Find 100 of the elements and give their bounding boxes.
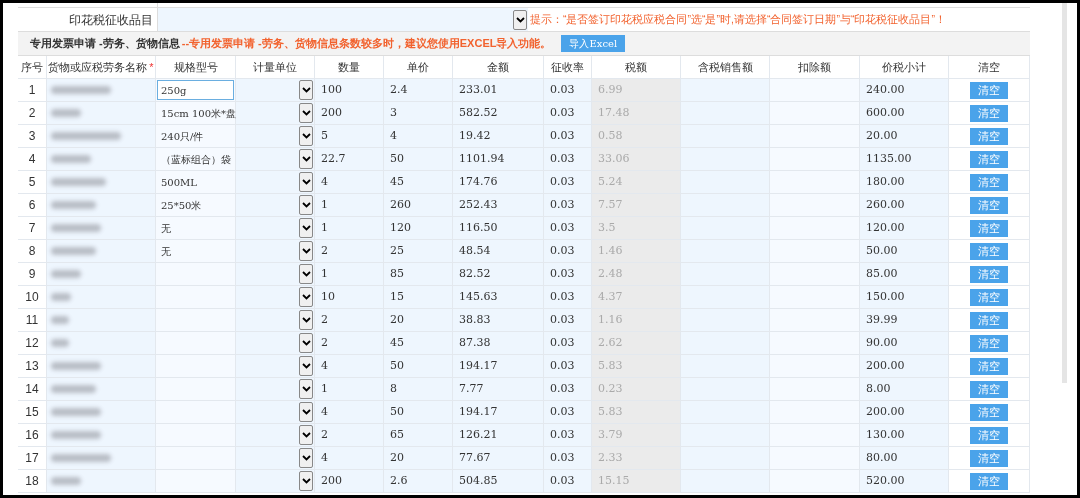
quantity-cell[interactable]: 2 xyxy=(315,240,384,263)
spec-input[interactable]: 无 xyxy=(157,218,234,238)
price-cell[interactable]: 25 xyxy=(384,240,453,263)
price-cell[interactable]: 8 xyxy=(384,378,453,401)
quantity-cell[interactable]: 2 xyxy=(315,332,384,355)
amount-cell[interactable]: 77.67 xyxy=(453,447,544,470)
dropdown-button[interactable] xyxy=(299,287,313,307)
dropdown-button[interactable] xyxy=(299,379,313,399)
total-cell[interactable]: 1135.00 xyxy=(860,148,949,171)
price-cell[interactable]: 3 xyxy=(384,102,453,125)
dropdown-button[interactable] xyxy=(299,195,313,215)
dropdown-button[interactable] xyxy=(299,126,313,146)
quantity-cell[interactable]: 200 xyxy=(315,470,384,493)
amount-cell[interactable]: 504.85 xyxy=(453,470,544,493)
total-cell[interactable]: 8.00 xyxy=(860,378,949,401)
amount-cell[interactable]: 194.17 xyxy=(453,355,544,378)
quantity-cell[interactable]: 100 xyxy=(315,79,384,102)
amount-cell[interactable]: 19.42 xyxy=(453,125,544,148)
dropdown-button[interactable] xyxy=(299,333,313,353)
spec-input[interactable]: 500ML xyxy=(157,172,234,192)
deduction-input[interactable] xyxy=(770,79,860,102)
amount-cell[interactable]: 7.77 xyxy=(453,378,544,401)
price-cell[interactable]: 50 xyxy=(384,355,453,378)
price-cell[interactable]: 15 xyxy=(384,286,453,309)
dropdown-button[interactable] xyxy=(299,149,313,169)
price-cell[interactable]: 45 xyxy=(384,332,453,355)
total-cell[interactable]: 39.99 xyxy=(860,309,949,332)
dropdown-button[interactable] xyxy=(299,402,313,422)
quantity-cell[interactable]: 4 xyxy=(315,171,384,194)
total-cell[interactable]: 130.00 xyxy=(860,424,949,447)
dropdown-button[interactable] xyxy=(299,471,313,491)
price-cell[interactable]: 120 xyxy=(384,217,453,240)
price-cell[interactable]: 260 xyxy=(384,194,453,217)
total-cell[interactable]: 200.00 xyxy=(860,355,949,378)
dropdown-button[interactable] xyxy=(299,241,313,261)
total-cell[interactable]: 520.00 xyxy=(860,470,949,493)
amount-cell[interactable]: 126.21 xyxy=(453,424,544,447)
quantity-cell[interactable]: 5 xyxy=(315,125,384,148)
quantity-cell[interactable]: 2 xyxy=(315,309,384,332)
quantity-cell[interactable]: 1 xyxy=(315,194,384,217)
quantity-cell[interactable]: 4 xyxy=(315,355,384,378)
amount-cell[interactable]: 145.63 xyxy=(453,286,544,309)
amount-cell[interactable]: 194.17 xyxy=(453,401,544,424)
spec-input[interactable]: 15cm 100米*盘 xyxy=(157,103,234,123)
total-cell[interactable]: 260.00 xyxy=(860,194,949,217)
spec-input[interactable]: （蓝标组合）袋 xyxy=(157,149,234,169)
price-cell[interactable]: 50 xyxy=(384,148,453,171)
price-cell[interactable]: 2.6 xyxy=(384,470,453,493)
total-cell[interactable]: 50.00 xyxy=(860,240,949,263)
dropdown-button[interactable] xyxy=(299,80,313,100)
amount-cell[interactable]: 252.43 xyxy=(453,194,544,217)
dropdown-button[interactable] xyxy=(299,310,313,330)
price-cell[interactable]: 4 xyxy=(384,125,453,148)
quantity-cell[interactable]: 1 xyxy=(315,217,384,240)
dropdown-button[interactable] xyxy=(299,218,313,238)
quantity-cell[interactable]: 1 xyxy=(315,378,384,401)
dropdown-button[interactable] xyxy=(299,264,313,284)
amount-cell[interactable]: 116.50 xyxy=(453,217,544,240)
dropdown-button[interactable] xyxy=(299,448,313,468)
amount-cell[interactable]: 87.38 xyxy=(453,332,544,355)
dropdown-button[interactable] xyxy=(299,356,313,376)
dropdown-button[interactable] xyxy=(513,9,527,30)
amount-cell[interactable]: 1101.94 xyxy=(453,148,544,171)
quantity-cell[interactable]: 4 xyxy=(315,447,384,470)
price-cell[interactable]: 2.4 xyxy=(384,79,453,102)
total-cell[interactable]: 240.00 xyxy=(860,79,949,102)
total-cell[interactable]: 90.00 xyxy=(860,332,949,355)
spec-input[interactable]: 240只/件 xyxy=(157,126,234,146)
sales-amount-input[interactable] xyxy=(681,470,770,493)
dropdown-button[interactable] xyxy=(299,425,313,445)
spec-input[interactable]: 无 xyxy=(157,241,234,261)
price-cell[interactable]: 85 xyxy=(384,263,453,286)
quantity-cell[interactable]: 4 xyxy=(315,401,384,424)
spec-input[interactable]: 250g xyxy=(157,80,234,100)
total-cell[interactable]: 180.00 xyxy=(860,171,949,194)
price-cell[interactable]: 50 xyxy=(384,401,453,424)
amount-cell[interactable]: 48.54 xyxy=(453,240,544,263)
amount-cell[interactable]: 82.52 xyxy=(453,263,544,286)
quantity-cell[interactable]: 2 xyxy=(315,424,384,447)
total-cell[interactable]: 20.00 xyxy=(860,125,949,148)
dropdown-button[interactable] xyxy=(299,172,313,192)
total-cell[interactable]: 200.00 xyxy=(860,401,949,424)
deduction-input[interactable] xyxy=(770,470,860,493)
amount-cell[interactable]: 582.52 xyxy=(453,102,544,125)
spec-input[interactable]: 25*50米 xyxy=(157,195,234,215)
price-cell[interactable]: 20 xyxy=(384,309,453,332)
total-cell[interactable]: 600.00 xyxy=(860,102,949,125)
total-cell[interactable]: 85.00 xyxy=(860,263,949,286)
amount-cell[interactable]: 174.76 xyxy=(453,171,544,194)
dropdown-button[interactable] xyxy=(299,103,313,123)
sales-amount-input[interactable] xyxy=(681,79,770,102)
price-cell[interactable]: 20 xyxy=(384,447,453,470)
quantity-cell[interactable]: 22.7 xyxy=(315,148,384,171)
quantity-cell[interactable]: 1 xyxy=(315,263,384,286)
total-cell[interactable]: 80.00 xyxy=(860,447,949,470)
quantity-cell[interactable]: 10 xyxy=(315,286,384,309)
amount-cell[interactable]: 38.83 xyxy=(453,309,544,332)
price-cell[interactable]: 45 xyxy=(384,171,453,194)
quantity-cell[interactable]: 200 xyxy=(315,102,384,125)
total-cell[interactable]: 150.00 xyxy=(860,286,949,309)
